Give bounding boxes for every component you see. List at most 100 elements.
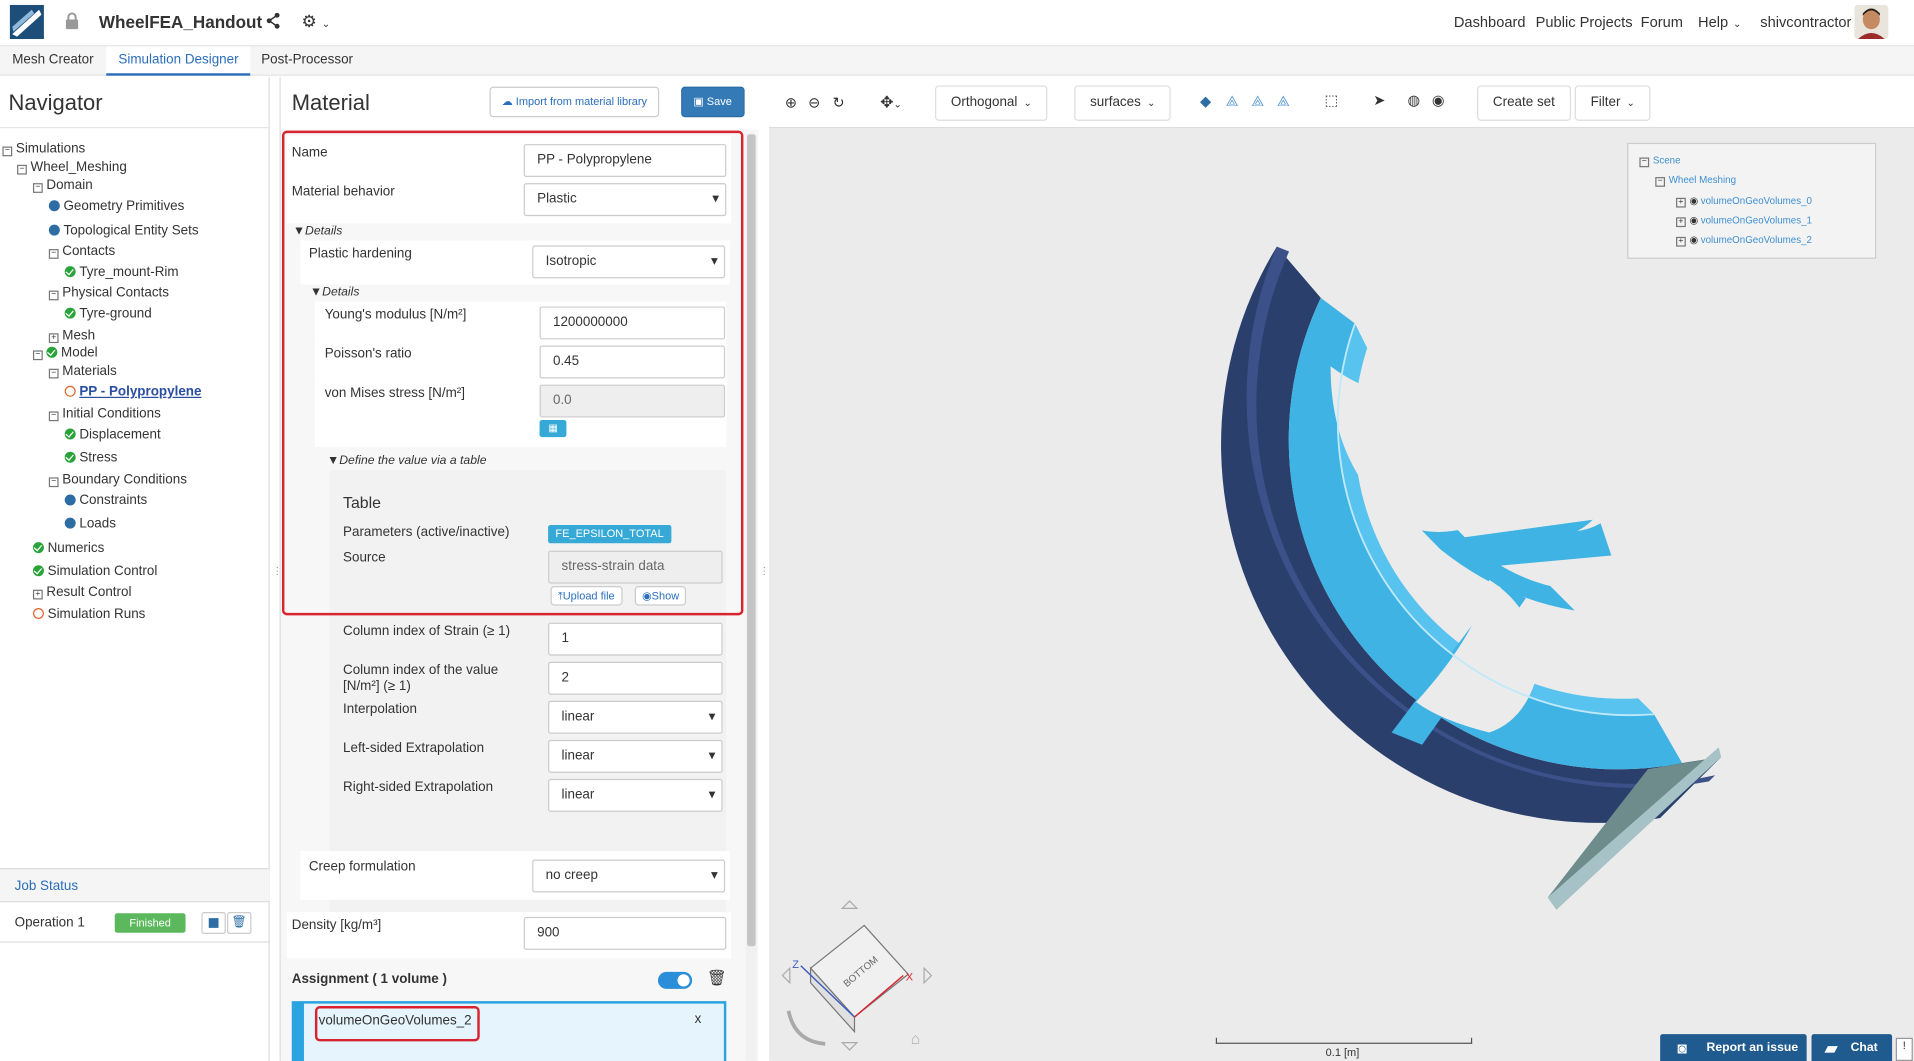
tree-item-materials[interactable]: − Materials (48, 364, 117, 380)
tree-item-loads[interactable]: Loads (64, 516, 116, 532)
pan-icon[interactable]: ✥⌄ (880, 93, 901, 113)
scrollbar-track[interactable] (745, 134, 757, 1061)
eye-icon[interactable]: ◉ (1432, 92, 1445, 109)
tree-item-simulation-runs[interactable]: Simulation Runs (32, 607, 145, 623)
remove-volume-button[interactable]: x (695, 1012, 702, 1027)
nav-help[interactable]: Help ⌄ (1698, 13, 1741, 30)
collapse-icon[interactable]: − (1639, 157, 1650, 168)
projection-dropdown[interactable]: Orthogonal ⌄ (935, 85, 1048, 121)
avatar[interactable] (1854, 4, 1889, 40)
delete-job-button[interactable]: 🗑 (227, 912, 252, 934)
chat-button[interactable]: ▰ Chat (1811, 1034, 1893, 1061)
expand-icon[interactable]: + (1676, 197, 1686, 208)
cursor-icon[interactable]: ➤ (1373, 92, 1385, 109)
simscale-logo[interactable] (9, 4, 44, 40)
tree-item-tyre-ground[interactable]: Tyre-ground (64, 306, 152, 322)
right-extrap-select[interactable]: linear (548, 778, 723, 812)
left-extrap-select[interactable]: linear (548, 739, 723, 773)
scale-bar (1215, 1037, 1473, 1044)
user-name[interactable]: shivcontractor (1760, 13, 1851, 30)
expand-icon[interactable]: + (32, 589, 43, 600)
trash-icon[interactable]: 🗑 (707, 968, 727, 988)
collapse-icon[interactable]: − (48, 477, 59, 488)
strain-col-input[interactable]: 1 (548, 622, 723, 656)
navigator-title: Navigator (8, 90, 103, 115)
view-axis-z-icon[interactable]: ⟁ (1277, 93, 1290, 111)
collapse-icon[interactable]: − (32, 350, 43, 361)
tree-item-contacts[interactable]: − Contacts (48, 244, 115, 260)
density-input[interactable]: 900 (523, 916, 727, 950)
scene-root[interactable]: − Scene (1639, 155, 1681, 168)
tree-item-constraints[interactable]: Constraints (64, 493, 147, 509)
tab-post-processor[interactable]: Post-Processor (249, 46, 365, 75)
tree-item-wheel-meshing[interactable]: − Wheel_Meshing (17, 160, 127, 176)
tree-item-model[interactable]: − Model (32, 346, 98, 362)
import-material-button[interactable]: ☁ Import from material library (489, 86, 660, 118)
report-issue-button[interactable]: ◙ Report an issue (1660, 1034, 1807, 1061)
value-col-input[interactable]: 2 (548, 661, 723, 695)
scene-wheel-meshing[interactable]: − Wheel Meshing (1655, 175, 1736, 187)
tab-mesh-creator[interactable]: Mesh Creator (0, 46, 106, 75)
box-select-icon[interactable]: ⬚ (1324, 92, 1338, 109)
cloud-icon: ☁ (501, 95, 516, 108)
tree-item-simulations[interactable]: − Simulations (2, 142, 85, 158)
collapse-icon[interactable]: − (48, 368, 59, 379)
stop-button[interactable] (201, 912, 226, 934)
tree-item-numerics[interactable]: Numerics (32, 541, 104, 557)
tab-simulation-designer[interactable]: Simulation Designer (106, 46, 251, 76)
tree-item-physical-contacts[interactable]: − Physical Contacts (48, 286, 169, 302)
hide-icon[interactable]: ◍ (1407, 92, 1420, 109)
gear-icon[interactable]: ⚙ ⌄ (302, 11, 330, 32)
render-mode-dropdown[interactable]: surfaces ⌄ (1074, 85, 1171, 121)
zoom-out-icon[interactable]: ⊖ (808, 94, 820, 111)
chevron-down-icon: ⌄ (1626, 97, 1635, 109)
eye-icon[interactable]: ◉ (1689, 195, 1698, 206)
tree-item-tyre-mount-rim[interactable]: Tyre_mount-Rim (64, 265, 179, 281)
view-axis-x-icon[interactable]: ⟁ (1226, 93, 1239, 111)
interp-select[interactable]: linear (548, 700, 723, 734)
tree-item-geometry-primitives[interactable]: Geometry Primitives (48, 199, 184, 215)
job-status-header[interactable]: Job Status (0, 868, 270, 903)
tree-item-domain[interactable]: − Domain (32, 178, 93, 194)
scene-volume-0[interactable]: + ◉ volumeOnGeoVolumes_0 (1676, 195, 1812, 208)
tree-item-simulation-control[interactable]: Simulation Control (32, 564, 157, 580)
view-axis-iso-icon[interactable]: ◆ (1200, 93, 1211, 110)
wheel-model[interactable] (1135, 220, 1745, 928)
tree-item-pp-polypropylene[interactable]: PP - Polypropylene (64, 385, 201, 401)
share-icon[interactable] (266, 12, 281, 29)
reset-view-icon[interactable]: ↻ (833, 94, 845, 111)
home-icon[interactable]: ⌂ (911, 1029, 921, 1047)
material-header: Material ☁ Import from material library … (280, 76, 760, 130)
expand-icon[interactable]: + (48, 333, 59, 344)
collapse-icon[interactable]: − (48, 290, 59, 301)
more-button[interactable]: ! (1895, 1037, 1913, 1061)
status-dot-icon (64, 494, 76, 506)
tree-item-topological-entity-sets[interactable]: Topological Entity Sets (48, 223, 199, 239)
tree-item-result-control[interactable]: + Result Control (32, 585, 131, 601)
nav-forum[interactable]: Forum (1641, 13, 1683, 30)
collapse-icon[interactable]: − (32, 183, 43, 193)
nav-public-projects[interactable]: Public Projects (1536, 13, 1633, 30)
collapse-icon[interactable]: − (48, 249, 59, 259)
tree-item-stress[interactable]: Stress (64, 451, 117, 467)
zoom-in-icon[interactable]: ⊕ (785, 94, 797, 111)
view-axis-y-icon[interactable]: ⟁ (1251, 93, 1264, 111)
tree-item-initial-conditions[interactable]: − Initial Conditions (48, 407, 161, 423)
creep-select[interactable]: no creep (532, 859, 726, 893)
panel-resize-handle[interactable]: ⋮ (759, 565, 769, 576)
save-button[interactable]: ▣ Save (681, 86, 745, 118)
tree-item-mesh[interactable]: + Mesh (48, 328, 95, 344)
collapse-icon[interactable]: − (1655, 177, 1666, 187)
tree-item-displacement[interactable]: Displacement (64, 427, 161, 443)
scrollbar-thumb[interactable] (747, 134, 756, 947)
filter-dropdown[interactable]: Filter ⌄ (1574, 85, 1651, 121)
check-circle-icon (64, 266, 76, 278)
tree-item-boundary-conditions[interactable]: − Boundary Conditions (48, 472, 187, 488)
assignment-toggle[interactable] (657, 971, 693, 989)
collapse-icon[interactable]: − (2, 146, 13, 157)
nav-dashboard[interactable]: Dashboard (1454, 13, 1526, 30)
collapse-icon[interactable]: − (48, 411, 59, 422)
chevron-down-icon: ⌄ (321, 18, 330, 30)
collapse-icon[interactable]: − (17, 164, 27, 175)
create-set-button[interactable]: Create set (1477, 85, 1571, 121)
